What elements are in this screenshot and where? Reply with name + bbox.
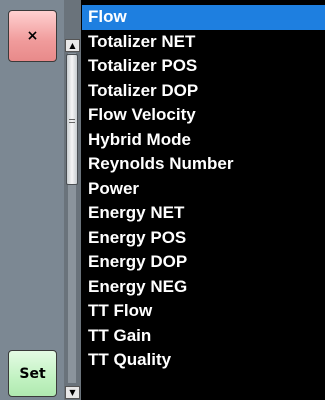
set-button-label: Set (19, 365, 46, 382)
scroll-up-arrow-icon[interactable]: ▲ (65, 39, 80, 52)
set-button[interactable]: Set (8, 350, 57, 397)
list-item[interactable]: TT Quality (82, 348, 325, 373)
sidebar-panel: × Set (0, 0, 64, 400)
list-item[interactable]: Flow (82, 5, 325, 30)
vertical-scrollbar[interactable]: ▲ ▼ (64, 0, 81, 400)
list-item[interactable]: Energy NET (82, 201, 325, 226)
list-item[interactable]: Hybrid Mode (82, 128, 325, 153)
list-item[interactable]: Totalizer DOP (82, 79, 325, 104)
list-item[interactable]: Totalizer NET (82, 30, 325, 55)
list-item[interactable]: Totalizer POS (82, 54, 325, 79)
list-item[interactable]: Flow Velocity (82, 103, 325, 128)
list-item[interactable]: TT Flow (82, 299, 325, 324)
close-icon: × (26, 28, 39, 44)
measurement-list: Flow Totalizer NET Totalizer POS Totalizer … (82, 5, 325, 373)
grip-icon (69, 119, 75, 123)
scroll-down-arrow-icon[interactable]: ▼ (65, 386, 80, 399)
list-item[interactable]: TT Gain (82, 324, 325, 349)
list-item[interactable]: Energy DOP (82, 250, 325, 275)
list-item[interactable]: Power (82, 177, 325, 202)
scroll-thumb[interactable] (66, 54, 78, 185)
close-button[interactable]: × (8, 10, 57, 62)
list-item[interactable]: Reynolds Number (82, 152, 325, 177)
list-item[interactable]: Energy POS (82, 226, 325, 251)
list-item[interactable]: Energy NEG (82, 275, 325, 300)
